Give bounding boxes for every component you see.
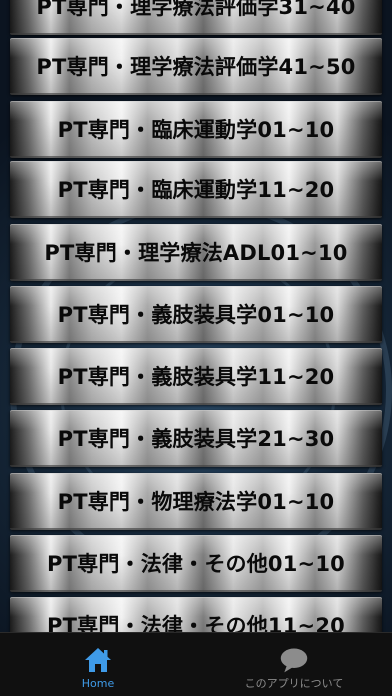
menu-item-prosthetics-21-30[interactable]: PT専門・義肢装具学21~30 bbox=[10, 410, 382, 467]
menu-item-label: PT専門・義肢装具学01~10 bbox=[57, 303, 335, 327]
home-icon bbox=[83, 645, 113, 675]
menu-item-label: PT専門・理学療法評価学31~40 bbox=[36, 0, 356, 19]
menu-item-label: PT専門・法律・その他11~20 bbox=[47, 614, 345, 632]
tab-home-label: Home bbox=[81, 677, 115, 690]
tab-about-app[interactable]: このアプリについて bbox=[196, 633, 392, 696]
tab-home[interactable]: Home bbox=[0, 633, 196, 696]
tab-about-label: このアプリについて bbox=[244, 677, 344, 690]
bottom-tab-bar: Home このアプリについて bbox=[0, 632, 392, 696]
menu-item-clinical-kinesiology-11-20[interactable]: PT専門・臨床運動学11~20 bbox=[10, 161, 382, 218]
app-screen: PT専門・理学療法評価学31~40 PT専門・理学療法評価学41~50 PT専門… bbox=[0, 0, 392, 696]
menu-list[interactable]: PT専門・理学療法評価学31~40 PT専門・理学療法評価学41~50 PT専門… bbox=[0, 0, 392, 632]
menu-item-prosthetics-11-20[interactable]: PT専門・義肢装具学11~20 bbox=[10, 348, 382, 405]
menu-item-label: PT専門・理学療法ADL01~10 bbox=[44, 241, 348, 265]
menu-item-clinical-kinesiology-01-10[interactable]: PT専門・臨床運動学01~10 bbox=[10, 101, 382, 158]
menu-item-label: PT専門・義肢装具学21~30 bbox=[57, 427, 335, 451]
menu-item-adl-01-10[interactable]: PT専門・理学療法ADL01~10 bbox=[10, 224, 382, 281]
menu-item-label: PT専門・法律・その他01~10 bbox=[47, 552, 345, 576]
menu-item-label: PT専門・義肢装具学11~20 bbox=[57, 365, 335, 389]
menu-item-label: PT専門・臨床運動学01~10 bbox=[57, 118, 335, 142]
menu-item-prosthetics-01-10[interactable]: PT専門・義肢装具学01~10 bbox=[10, 286, 382, 343]
menu-item-evaluation-31-40[interactable]: PT専門・理学療法評価学31~40 bbox=[10, 0, 382, 35]
speech-bubble-icon bbox=[279, 645, 309, 675]
menu-item-evaluation-41-50[interactable]: PT専門・理学療法評価学41~50 bbox=[10, 38, 382, 95]
menu-item-label: PT専門・理学療法評価学41~50 bbox=[36, 55, 356, 79]
menu-item-law-other-01-10[interactable]: PT専門・法律・その他01~10 bbox=[10, 535, 382, 592]
menu-item-law-other-11-20[interactable]: PT専門・法律・その他11~20 bbox=[10, 597, 382, 632]
menu-item-physical-agents-01-10[interactable]: PT専門・物理療法学01~10 bbox=[10, 473, 382, 530]
menu-item-label: PT専門・臨床運動学11~20 bbox=[57, 178, 335, 202]
menu-item-label: PT専門・物理療法学01~10 bbox=[57, 490, 335, 514]
